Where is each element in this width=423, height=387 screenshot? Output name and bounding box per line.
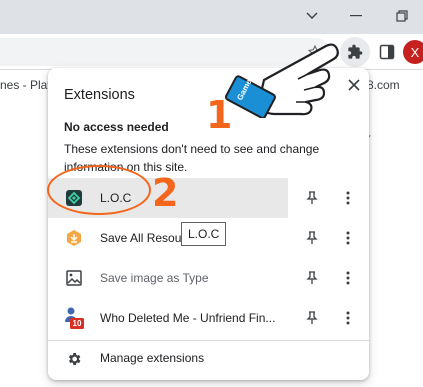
- manage-extensions-label: Manage extensions: [100, 351, 205, 365]
- divider: [48, 340, 369, 341]
- bookmark-item[interactable]: 8.com: [367, 78, 400, 92]
- section-heading: No access needed: [64, 120, 169, 134]
- pin-button[interactable]: [302, 228, 322, 248]
- pin-button[interactable]: [302, 308, 322, 328]
- extension-tooltip: L.O.C: [181, 222, 227, 246]
- profile-avatar[interactable]: X: [403, 40, 423, 64]
- more-vert-icon: [346, 231, 350, 245]
- close-button[interactable]: [343, 74, 365, 96]
- manage-extensions-item[interactable]: Manage extensions: [48, 342, 369, 376]
- more-options-button[interactable]: [338, 228, 358, 248]
- image-icon: [66, 270, 82, 286]
- gear-icon: [66, 351, 82, 367]
- extension-name: Save All Resou: [100, 231, 182, 245]
- more-options-button[interactable]: [338, 308, 358, 328]
- restore-button[interactable]: [388, 4, 416, 28]
- notification-badge: 10: [72, 319, 82, 328]
- extension-item-who-deleted-me[interactable]: 10 Who Deleted Me - Unfriend Fin...: [48, 298, 288, 338]
- pin-icon: [306, 191, 318, 204]
- who-deleted-me-icon: 10: [64, 306, 86, 330]
- more-vert-icon: [346, 311, 350, 325]
- minimize-icon: [350, 15, 362, 17]
- restore-icon: [396, 10, 408, 22]
- minimize-button[interactable]: [342, 4, 370, 28]
- pointing-hand-icon: GameVui: [216, 38, 346, 119]
- extension-item-save-all-resources[interactable]: Save All Resou: [48, 218, 288, 258]
- bookmark-item[interactable]: nes - Play: [0, 78, 53, 92]
- pin-button[interactable]: [302, 188, 322, 208]
- more-vert-icon: [346, 271, 350, 285]
- pin-icon: [306, 311, 318, 324]
- close-icon: [348, 79, 360, 91]
- highlight-circle: [47, 165, 151, 215]
- more-options-button[interactable]: [338, 268, 358, 288]
- pin-button[interactable]: [302, 268, 322, 288]
- more-options-button[interactable]: [338, 188, 358, 208]
- tab-search-button[interactable]: [298, 4, 326, 28]
- puzzle-icon: [348, 44, 363, 59]
- side-panel-icon: [379, 44, 395, 60]
- step-number-2: 2: [152, 171, 179, 215]
- more-vert-icon: [346, 191, 350, 205]
- extension-item-save-image-as-type[interactable]: Save image as Type: [48, 258, 288, 298]
- extension-name: Who Deleted Me - Unfriend Fin...: [100, 311, 276, 325]
- save-all-resources-icon: [66, 230, 82, 246]
- side-panel-button[interactable]: [377, 42, 397, 62]
- pin-icon: [306, 231, 318, 244]
- popup-title: Extensions: [64, 87, 135, 103]
- extension-name: Save image as Type: [100, 271, 209, 285]
- pin-icon: [306, 271, 318, 284]
- browser-title-bar: [0, 0, 423, 34]
- profile-initial: X: [410, 44, 420, 60]
- chevron-down-icon: [306, 12, 318, 19]
